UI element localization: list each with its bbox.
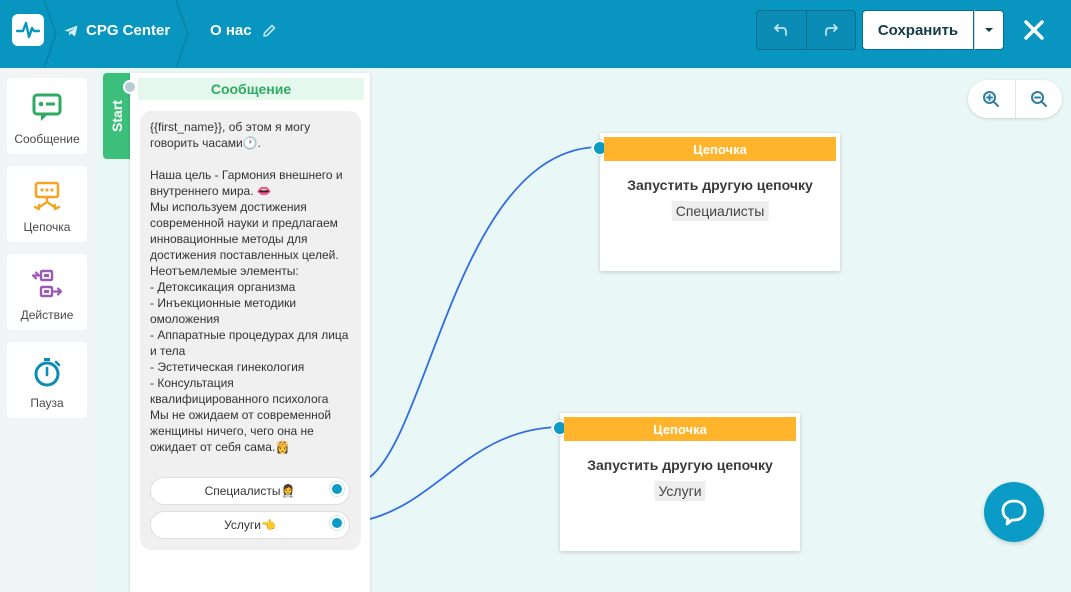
app-logo[interactable]	[12, 14, 44, 46]
undo-button[interactable]	[757, 11, 806, 49]
quick-reply-specialists[interactable]: Специалисты👩‍⚕️	[150, 477, 350, 505]
chain-node-title: Запустить другую цепочку	[627, 177, 813, 193]
message-node[interactable]: Сообщение {{first_name}}, об этом я могу…	[123, 73, 370, 592]
chain-node-specialists[interactable]: Цепочка Запустить другую цепочку Специал…	[592, 133, 840, 271]
toolbox-label: Пауза	[30, 396, 64, 410]
zoom-in-icon	[983, 91, 1000, 107]
support-chat-button[interactable]	[984, 482, 1044, 542]
page-title: О нас	[210, 22, 252, 39]
save-button[interactable]: Сохранить	[862, 10, 974, 50]
toolbox-label: Цепочка	[23, 220, 71, 234]
start-label: Start	[109, 100, 125, 132]
message-icon	[32, 93, 62, 121]
zoom-out-button[interactable]	[1014, 80, 1063, 118]
message-node-header: Сообщение	[138, 78, 364, 100]
bot-name: CPG Center	[86, 22, 171, 39]
chain-target-tag: Специалисты	[671, 201, 769, 221]
top-bar: CPG Center О нас Сохранить	[0, 0, 1071, 68]
save-options-dropdown[interactable]	[974, 10, 1004, 50]
redo-icon	[824, 24, 838, 36]
chain-icon	[33, 181, 61, 211]
history-buttons	[756, 10, 856, 50]
close-button[interactable]	[1020, 16, 1048, 44]
toolbox-chain[interactable]: Цепочка	[7, 166, 87, 242]
zoom-controls	[968, 80, 1062, 118]
toolbox-label: Сообщение	[14, 132, 80, 146]
chain-node-services[interactable]: Цепочка Запустить другую цепочку Услуги	[552, 413, 800, 551]
toolbox-action[interactable]: Действие	[7, 254, 87, 330]
quick-reply-label: Услуги👈	[224, 518, 276, 532]
chain-node-title: Запустить другую цепочку	[587, 457, 773, 473]
telegram-icon	[64, 25, 78, 36]
page-breadcrumb: О нас	[210, 22, 276, 39]
chat-bubble-icon	[1001, 499, 1027, 526]
input-port[interactable]	[123, 80, 137, 94]
output-port-specialists[interactable]	[330, 482, 344, 496]
edit-pencil-icon[interactable]	[262, 24, 276, 38]
breadcrumb-separator	[176, 0, 189, 68]
chevron-down-icon	[985, 28, 993, 32]
toolbox-panel: Сообщение Цепочка Действие Пауза	[0, 68, 97, 592]
bot-breadcrumb[interactable]: CPG Center	[64, 22, 170, 39]
chain-node-header: Цепочка	[564, 417, 796, 441]
quick-reply-services[interactable]: Услуги👈	[150, 511, 350, 539]
action-icon	[31, 269, 63, 298]
breadcrumb-separator	[44, 0, 57, 68]
toolbox-message[interactable]: Сообщение	[7, 78, 87, 154]
toolbox-label: Действие	[20, 308, 74, 322]
chain-node-header: Цепочка	[604, 137, 836, 161]
close-icon	[1024, 20, 1044, 40]
chain-target-tag: Услуги	[654, 481, 706, 501]
output-port-services[interactable]	[330, 516, 344, 530]
pulse-icon	[16, 21, 40, 39]
timer-icon	[34, 358, 61, 387]
redo-button[interactable]	[805, 11, 856, 49]
undo-icon	[774, 24, 788, 36]
zoom-out-icon	[1030, 91, 1047, 107]
zoom-in-button[interactable]	[968, 80, 1015, 118]
toolbox-pause[interactable]: Пауза	[7, 342, 87, 418]
quick-reply-label: Специалисты👩‍⚕️	[204, 484, 296, 498]
